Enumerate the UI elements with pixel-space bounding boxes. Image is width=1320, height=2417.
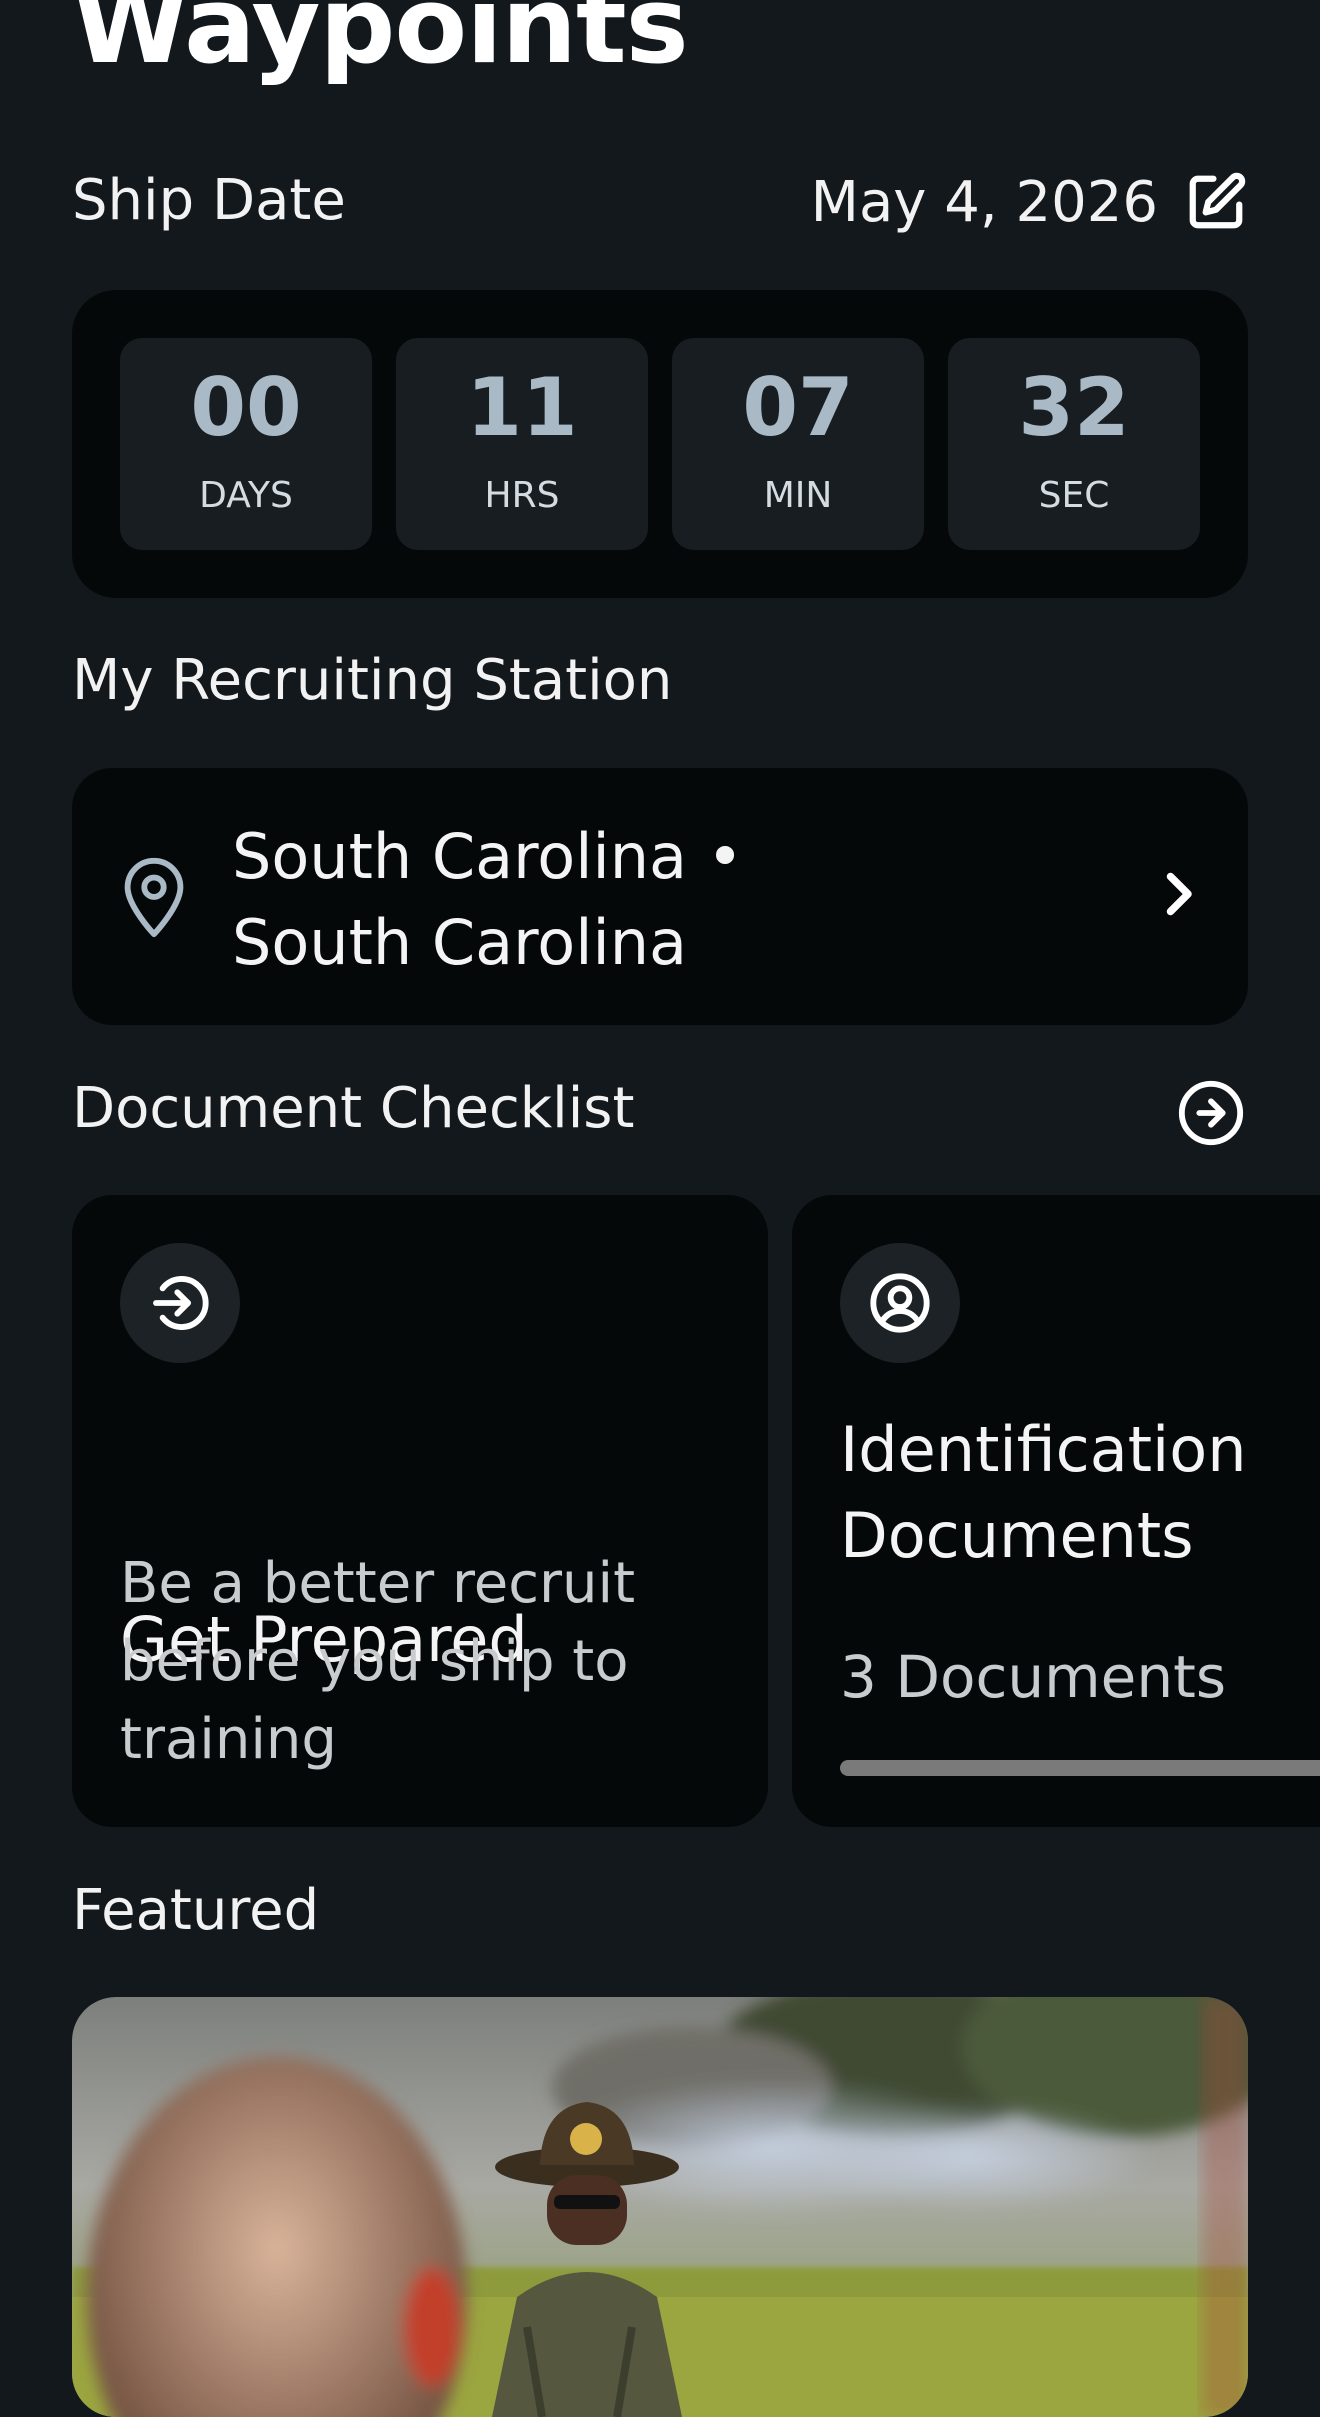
page-title: Waypoints <box>72 0 689 87</box>
station-line-1: South Carolina • <box>232 820 744 893</box>
ship-date-row: Ship Date May 4, 2026 <box>72 160 1248 240</box>
countdown-value: 11 <box>466 361 578 454</box>
countdown-unit: SEC <box>1038 475 1110 516</box>
user-circle-icon <box>870 1273 930 1333</box>
countdown-minutes: 07 MIN <box>672 338 924 550</box>
countdown-panel: 00 DAYS 11 HRS 07 MIN 32 SEC <box>72 290 1248 598</box>
countdown-value: 07 <box>742 361 854 454</box>
countdown-unit: MIN <box>763 475 833 516</box>
countdown-value: 32 <box>1018 361 1130 454</box>
document-count: 3 Documents <box>840 1643 1227 1711</box>
recruiting-station-card[interactable]: South Carolina • South Carolina <box>72 768 1248 1025</box>
countdown-hours: 11 HRS <box>396 338 648 550</box>
waypoints-screen: Waypoints Ship Date May 4, 2026 00 DAYS … <box>0 0 1320 2417</box>
featured-image[interactable] <box>72 1997 1248 2417</box>
card-icon-badge <box>840 1243 960 1363</box>
countdown-unit: HRS <box>484 475 560 516</box>
identification-documents-card[interactable]: Identification Documents 3 Documents <box>792 1195 1320 1827</box>
card-title: Identification Documents <box>840 1407 1247 1579</box>
card-title-line-1: Identification <box>840 1413 1247 1486</box>
ship-date-label: Ship Date <box>72 168 346 233</box>
sign-in-arrow-icon <box>153 1276 209 1330</box>
card-title-line-2: Documents <box>840 1499 1194 1572</box>
countdown-seconds: 32 SEC <box>948 338 1200 550</box>
map-pin-icon <box>124 857 184 938</box>
featured-heading: Featured <box>72 1878 320 1943</box>
drill-instructor-photo <box>72 1997 1248 2417</box>
countdown-days: 00 DAYS <box>120 338 372 550</box>
edit-icon[interactable] <box>1184 170 1248 234</box>
chevron-right-icon <box>1166 872 1192 916</box>
recruiting-station-heading: My Recruiting Station <box>72 648 673 713</box>
get-prepared-card[interactable]: Get Prepared Be a better recruit before … <box>72 1195 768 1827</box>
card-description: Be a better recruit before you ship to t… <box>120 1551 636 1772</box>
station-line-2: South Carolina <box>232 906 687 979</box>
arrow-right-circle-icon[interactable] <box>1176 1078 1246 1148</box>
document-checklist-heading: Document Checklist <box>72 1076 635 1141</box>
card-icon-badge <box>120 1243 240 1363</box>
ship-date-value: May 4, 2026 <box>810 170 1158 235</box>
countdown-value: 00 <box>190 361 302 454</box>
document-progress-bar <box>840 1760 1320 1776</box>
station-name: South Carolina • South Carolina <box>232 814 743 986</box>
countdown-unit: DAYS <box>199 475 293 516</box>
